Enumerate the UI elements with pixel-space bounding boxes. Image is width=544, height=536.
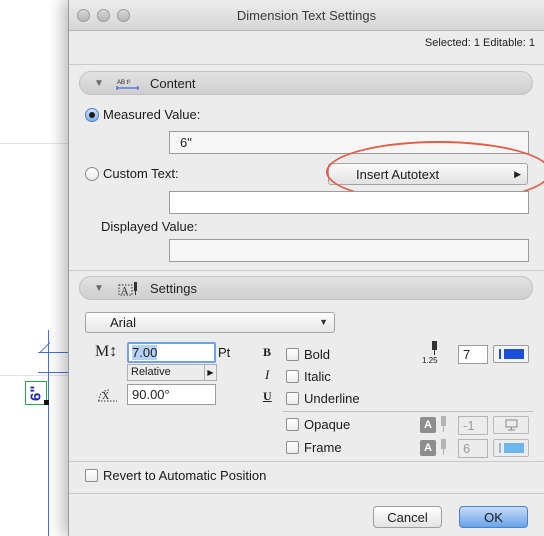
frame-pen-input[interactable]: 6: [458, 439, 488, 458]
custom-text-label: Custom Text:: [103, 166, 179, 181]
custom-text-radio[interactable]: [85, 167, 99, 181]
cancel-button[interactable]: Cancel: [373, 506, 442, 528]
custom-text-field[interactable]: [169, 191, 529, 214]
text-settings-icon: A: [116, 281, 140, 297]
frame-checkbox[interactable]: [286, 441, 299, 454]
dimension-tick: [38, 352, 68, 353]
text-size-input[interactable]: 7.00: [127, 342, 216, 363]
title-bar[interactable]: Dimension Text Settings: [69, 0, 544, 31]
dimension-line: [48, 330, 49, 536]
dimension-text-settings-dialog: Dimension Text Settings Selected: 1 Edit…: [68, 0, 544, 536]
underline-label: Underline: [304, 391, 360, 406]
dimension-tick: [38, 372, 68, 373]
divider: [282, 411, 534, 412]
text-angle-icon: X: [97, 387, 119, 407]
submenu-arrow-icon: ▶: [204, 364, 216, 381]
svg-text:X: X: [102, 391, 110, 402]
revert-position-checkbox[interactable]: [85, 469, 98, 482]
content-section-title: Content: [150, 76, 196, 91]
bold-checkbox[interactable]: [286, 348, 299, 361]
pen-icon: [439, 416, 449, 435]
frame-pen-icon: A: [420, 440, 436, 456]
measured-value-radio[interactable]: [85, 108, 99, 122]
revert-position-label: Revert to Automatic Position: [103, 468, 267, 483]
bold-icon: B: [263, 345, 272, 359]
opaque-checkbox[interactable]: [286, 418, 299, 431]
text-angle-input[interactable]: 90.00°: [127, 384, 216, 405]
font-select[interactable]: Arial ▼: [85, 312, 335, 333]
size-unit-label: Pt: [218, 345, 231, 360]
size-mode-popup[interactable]: Relative ▶: [127, 364, 217, 381]
frame-color-picker[interactable]: [493, 439, 529, 457]
grid-line: [0, 143, 68, 144]
displayed-value-label: Displayed Value:: [101, 219, 198, 234]
frame-color-bar: [499, 443, 501, 453]
pen-icon: [439, 439, 449, 458]
pen-number-input[interactable]: 7: [458, 345, 488, 364]
selection-status: Selected: 1 Editable: 1: [424, 37, 535, 49]
pen-color-bar: [499, 349, 501, 359]
pen-icon: [429, 341, 441, 355]
grid-line: [0, 375, 68, 376]
collapse-triangle-icon[interactable]: ▼: [94, 283, 104, 294]
displayed-value-field: [169, 239, 529, 262]
measured-value-label: Measured Value:: [103, 107, 201, 122]
chevron-down-icon: ▼: [319, 317, 328, 327]
window-title: Dimension Text Settings: [236, 8, 377, 23]
fill-pen-icon: A: [420, 417, 436, 433]
collapse-triangle-icon[interactable]: ▼: [94, 78, 104, 89]
settings-section-title: Settings: [150, 281, 197, 296]
pen-color-swatch: [504, 349, 524, 359]
italic-checkbox[interactable]: [286, 370, 299, 383]
pen-color-picker[interactable]: [493, 345, 529, 363]
italic-label: Italic: [304, 369, 331, 384]
divider: [69, 270, 544, 271]
svg-text:AB t²: AB t²: [117, 80, 130, 86]
bold-label: Bold: [304, 347, 331, 362]
dimension-handle[interactable]: [44, 400, 49, 405]
text-size-icon: M↕: [95, 343, 118, 360]
monitor-icon: [505, 419, 518, 431]
opaque-color-picker[interactable]: [493, 416, 529, 434]
underline-icon: U: [263, 389, 272, 403]
opaque-label: Opaque: [304, 417, 351, 432]
divider: [69, 461, 544, 462]
underline-checkbox[interactable]: [286, 392, 299, 405]
frame-label: Frame: [304, 440, 342, 455]
pen-scale-label: 1.25: [422, 356, 438, 365]
italic-icon: I: [265, 367, 270, 382]
font-select-value: Arial: [110, 315, 137, 330]
settings-section-header[interactable]: ▼ A Settings: [79, 276, 533, 300]
content-icon: AB t²: [116, 76, 140, 92]
frame-color-swatch: [504, 443, 524, 453]
ok-button[interactable]: OK: [459, 506, 528, 528]
content-section-header[interactable]: ▼ AB t² Content: [79, 71, 533, 95]
opaque-pen-input[interactable]: -1: [458, 416, 488, 435]
svg-text:A: A: [121, 286, 129, 297]
text-size-value: 7.00: [132, 345, 158, 360]
divider: [69, 493, 544, 494]
divider: [69, 64, 544, 65]
size-mode-value: Relative: [131, 366, 171, 378]
